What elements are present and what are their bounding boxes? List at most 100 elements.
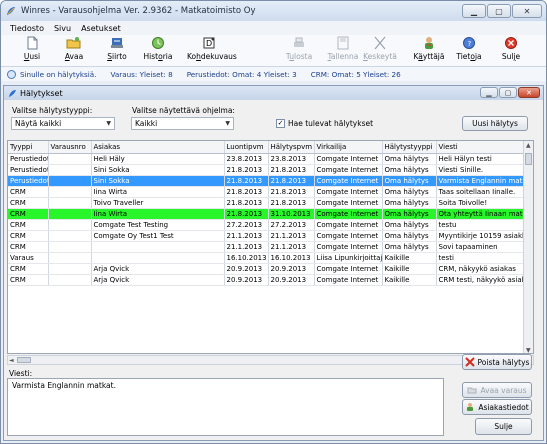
- cell-viesti: CRM testi, näkyykö asiakasrı: [436, 274, 529, 286]
- program-value: Kaikki: [135, 119, 158, 128]
- minimize-button[interactable]: ▁: [462, 4, 486, 18]
- table-row[interactable]: Varaus 16.10.2013 16.10.2013 Liisa Lipunkir…: [8, 252, 529, 264]
- cell-tyyppi: CRM: [8, 186, 49, 198]
- cell-viesti: Heli Hälyn testi: [436, 153, 529, 165]
- delete-x-icon: [464, 357, 475, 367]
- scroll-thumb[interactable]: [525, 153, 532, 165]
- col-halytystyyppi[interactable]: Hälytystyyppi: [382, 141, 437, 154]
- cell-virkailija: Comgate Internet: [314, 164, 383, 176]
- col-virkailija[interactable]: Virkailija: [314, 141, 383, 154]
- scroll-down-icon[interactable]: ▼: [526, 347, 531, 353]
- table-row[interactable]: CRM Toivo Traveller 21.8.2013 21.8.2013 Comg…: [8, 197, 529, 209]
- col-viesti[interactable]: Viesti: [436, 141, 529, 154]
- alerts-minimize-button[interactable]: ▁: [480, 87, 498, 98]
- scroll-up-icon[interactable]: ▲: [526, 142, 531, 149]
- customer-info-button[interactable]: Asiakastiedot: [462, 399, 532, 415]
- menu-asetukset[interactable]: Asetukset: [81, 24, 121, 33]
- program-select[interactable]: Kaikki ▼: [131, 117, 234, 130]
- table-row[interactable]: CRM Arja Qvick 20.9.2013 20.9.2013 Comgate I…: [8, 263, 529, 275]
- siirto-button[interactable]: Siirto: [100, 36, 134, 61]
- table-row[interactable]: CRM 21.1.2013 21.1.2013 Comgate Internet Oma…: [8, 241, 529, 253]
- col-tyyppi[interactable]: Tyyppi: [8, 141, 49, 154]
- alert-type-label: Valitse hälytystyyppi:: [12, 106, 93, 115]
- cell-asiakas: Sini Sokka: [91, 175, 225, 187]
- tulosta-button[interactable]: Tulosta: [282, 36, 316, 61]
- message-textbox[interactable]: Varmista Englannin matkat.: [7, 378, 444, 436]
- col-asiakas[interactable]: Asiakas: [91, 141, 225, 154]
- cell-halytyspvm: 20.9.2013: [268, 274, 315, 286]
- alert-type-select[interactable]: Näytä kaikki ▼: [11, 117, 115, 130]
- uusi-label: usi: [29, 52, 41, 61]
- tietoja-button[interactable]: ? Tietoja: [452, 36, 486, 61]
- cell-halytyspvm: 27.2.2013: [268, 219, 315, 231]
- kohdekuvaus-button[interactable]: D Kohdekuvaus: [187, 36, 237, 61]
- future-alerts-option[interactable]: ✓ Hae tulevat hälytykset: [276, 119, 373, 128]
- close-alerts-button[interactable]: Sulje: [475, 418, 532, 435]
- cell-varausnro: [48, 186, 92, 198]
- col-luontipvm[interactable]: Luontipvm: [224, 141, 269, 154]
- cell-halytystyyppi: Kaikille: [382, 252, 437, 264]
- alerts-title-bar: Hälytykset ▁ ▢ ✕: [4, 86, 543, 100]
- table-row[interactable]: Perustiedot Sini Sokka 21.8.2013 21.8.2013 C…: [8, 164, 529, 176]
- minimize-icon: ▁: [470, 6, 478, 16]
- historia-button[interactable]: Historia: [141, 36, 175, 61]
- alerts-close-button[interactable]: ✕: [518, 87, 540, 98]
- table-row[interactable]: CRM Arja Qvick 20.9.2013 20.9.2013 Comgate I…: [8, 274, 529, 286]
- col-varausnro[interactable]: Varausnro: [48, 141, 92, 154]
- cell-virkailija: Comgate Internet: [314, 208, 383, 220]
- maximize-button[interactable]: ▢: [487, 4, 511, 18]
- tietoja-label: ja: [474, 52, 482, 61]
- cell-luontipvm: 21.1.2013: [224, 230, 269, 242]
- sulje-button[interactable]: Sulje: [494, 36, 528, 61]
- cell-asiakas: [91, 241, 225, 253]
- tallenna-button[interactable]: Tallenna: [326, 36, 360, 61]
- cell-halytystyyppi: Oma hälytys: [382, 175, 437, 187]
- title-bar: Winres - Varausohjelma Ver. 2.9362 - Mat…: [1, 1, 546, 21]
- cell-luontipvm: 21.8.2013: [224, 175, 269, 187]
- alerts-title: Hälytykset: [20, 88, 63, 98]
- tietoja-prefix: Tiet: [456, 52, 471, 61]
- keskeyta-button[interactable]: Keskeytä: [363, 36, 397, 61]
- table-row[interactable]: CRM Iina Wirta 21.8.2013 21.8.2013 Comgate I…: [8, 186, 529, 198]
- uusi-button[interactable]: Uusi: [15, 36, 49, 61]
- table-row[interactable]: CRM Comgate Test Testing 27.2.2013 27.2.201…: [8, 219, 529, 231]
- kohdekuvaus-label: dekuvaus: [200, 52, 237, 61]
- cell-halytyspvm: 21.8.2013: [268, 186, 315, 198]
- open-booking-label: Avaa varaus: [480, 385, 527, 395]
- table-row[interactable]: CRM Comgate Oy Test1 Test 21.1.2013 21.1.20…: [8, 230, 529, 242]
- table-horizontal-scrollbar[interactable]: ◄ ►: [7, 355, 534, 365]
- close-alerts-label: Sulje: [494, 422, 513, 431]
- hscroll-thumb[interactable]: [17, 357, 31, 363]
- cell-tyyppi: Perustiedot: [8, 175, 49, 187]
- kayttaja-button[interactable]: Käyttäjä: [412, 36, 446, 61]
- window-title: Winres - Varausohjelma Ver. 2.9362 - Mat…: [21, 6, 256, 16]
- scroll-left-icon[interactable]: ◄: [9, 357, 14, 364]
- delete-alert-button[interactable]: Poista hälytys: [462, 354, 532, 370]
- cell-viesti: Taas soitellaan Iinalle.: [436, 186, 529, 198]
- alerts-maximize-button[interactable]: ▢: [499, 87, 517, 98]
- table-vertical-scrollbar[interactable]: ▲ ▼: [523, 141, 533, 353]
- historia-prefix: Hist: [143, 52, 159, 61]
- cell-virkailija: Comgate Internet: [314, 153, 383, 165]
- cell-viesti: Sovi tapaaminen: [436, 241, 529, 253]
- cell-luontipvm: 21.8.2013: [224, 186, 269, 198]
- table-row[interactable]: Perustiedot Heli Häly 23.8.2013 23.8.2013 Co…: [8, 153, 529, 165]
- table-row[interactable]: Perustiedot Sini Sokka 21.8.2013 21.8.2013 C…: [8, 175, 529, 187]
- new-alert-button[interactable]: Uusi hälytys: [462, 116, 528, 131]
- cell-asiakas: Iina Wirta: [91, 208, 225, 220]
- alerts-link[interactable]: Sinulle on hälytyksiä.: [20, 70, 96, 79]
- cell-viesti: Varmista Englannin matkat.: [436, 175, 529, 187]
- table-row[interactable]: CRM Iina Wirta 21.8.2013 31.10.2013 Comgate …: [8, 208, 529, 220]
- menu-tiedosto[interactable]: Tiedosto: [10, 24, 44, 33]
- cell-asiakas: Arja Qvick: [91, 274, 225, 286]
- avaa-button[interactable]: Avaa: [57, 36, 91, 61]
- close-icon: ✕: [526, 88, 532, 97]
- future-alerts-checkbox[interactable]: ✓: [276, 119, 285, 128]
- col-halytyspvm[interactable]: Hälytyspvm: [268, 141, 315, 154]
- close-window-button[interactable]: ✕: [512, 4, 542, 18]
- open-booking-button[interactable]: Avaa varaus: [462, 382, 532, 398]
- chevron-down-icon: ▼: [106, 120, 111, 127]
- cell-virkailija: Comgate Internet: [314, 274, 383, 286]
- app-logo-icon: [7, 7, 15, 15]
- menu-sivu[interactable]: Sivu: [54, 24, 71, 33]
